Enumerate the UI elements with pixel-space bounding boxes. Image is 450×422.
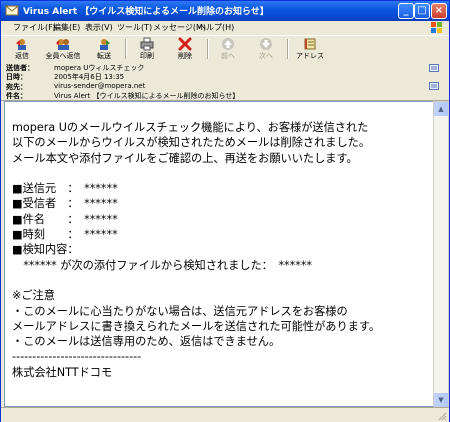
contact-card-icon[interactable] [429, 64, 439, 72]
menu-view[interactable]: 表示(V) [85, 22, 113, 33]
minimize-button[interactable]: _ [398, 3, 414, 19]
menu-bar: ファイル(F) 編集(E) 表示(V) ツール(T) メッセージ(M) ヘルプ(… [1, 21, 449, 35]
reply-button[interactable]: 返信 [9, 37, 35, 61]
status-bar [1, 407, 449, 422]
reply-all-icon [56, 39, 69, 50]
scroll-down-button[interactable]: ▼ [434, 393, 448, 407]
address-book-icon [304, 38, 316, 50]
delete-button[interactable]: 削除 [172, 37, 198, 61]
down-arrow-icon [260, 38, 272, 50]
forward-button[interactable]: 転送 [91, 37, 117, 61]
close-button[interactable]: × [431, 3, 447, 19]
menu-edit[interactable]: 編集(E) [53, 22, 80, 33]
scroll-up-button[interactable]: ▲ [434, 102, 448, 116]
message-body-text: mopera Uのメールウイルスチェック機能により、お客様が送信された 以下のメ… [12, 121, 381, 379]
title-bar[interactable]: Virus Alert 【ウイルス検知によるメール削除のお知らせ】 _ □ × [1, 1, 449, 21]
vertical-scrollbar[interactable]: ▲ ▼ [433, 101, 449, 408]
menu-help[interactable]: ヘルプ(H) [198, 22, 234, 33]
window-title: Virus Alert 【ウイルス検知によるメール削除のお知らせ】 [23, 7, 269, 17]
toolbar: 返信 全員へ返信 転送 印刷 削除 前へ 次へ アドレス [1, 35, 449, 63]
delete-x-icon [178, 37, 192, 51]
reply-all-button[interactable]: 全員へ返信 [45, 37, 81, 61]
print-button[interactable]: 印刷 [134, 37, 160, 61]
menu-file[interactable]: ファイル(F) [13, 22, 56, 33]
toolbar-separator [287, 39, 289, 59]
addresses-button[interactable]: アドレス [295, 37, 325, 61]
windows-logo-icon [431, 22, 442, 33]
previous-button[interactable]: 前へ [215, 37, 241, 61]
maximize-button[interactable]: □ [414, 3, 430, 19]
toolbar-separator [125, 39, 127, 59]
printer-icon [140, 37, 154, 51]
message-window: Virus Alert 【ウイルス検知によるメール削除のお知らせ】 _ □ × … [0, 0, 450, 422]
envelope-icon [5, 5, 19, 16]
toolbar-separator [207, 39, 209, 59]
next-button[interactable]: 次へ [253, 37, 279, 61]
contact-card-icon[interactable] [429, 82, 439, 90]
message-body-pane[interactable]: mopera Uのメールウイルスチェック機能により、お客様が送信された 以下のメ… [4, 101, 435, 407]
message-headers: 送信者： mopera Uウィルスチェック 日時： 2005年4月6日 13:3… [1, 62, 449, 101]
up-arrow-icon [222, 38, 234, 50]
menu-tools[interactable]: ツール(T) [117, 22, 152, 33]
reply-icon [16, 39, 26, 50]
resize-grip-icon[interactable] [437, 411, 447, 421]
forward-icon [100, 39, 110, 50]
